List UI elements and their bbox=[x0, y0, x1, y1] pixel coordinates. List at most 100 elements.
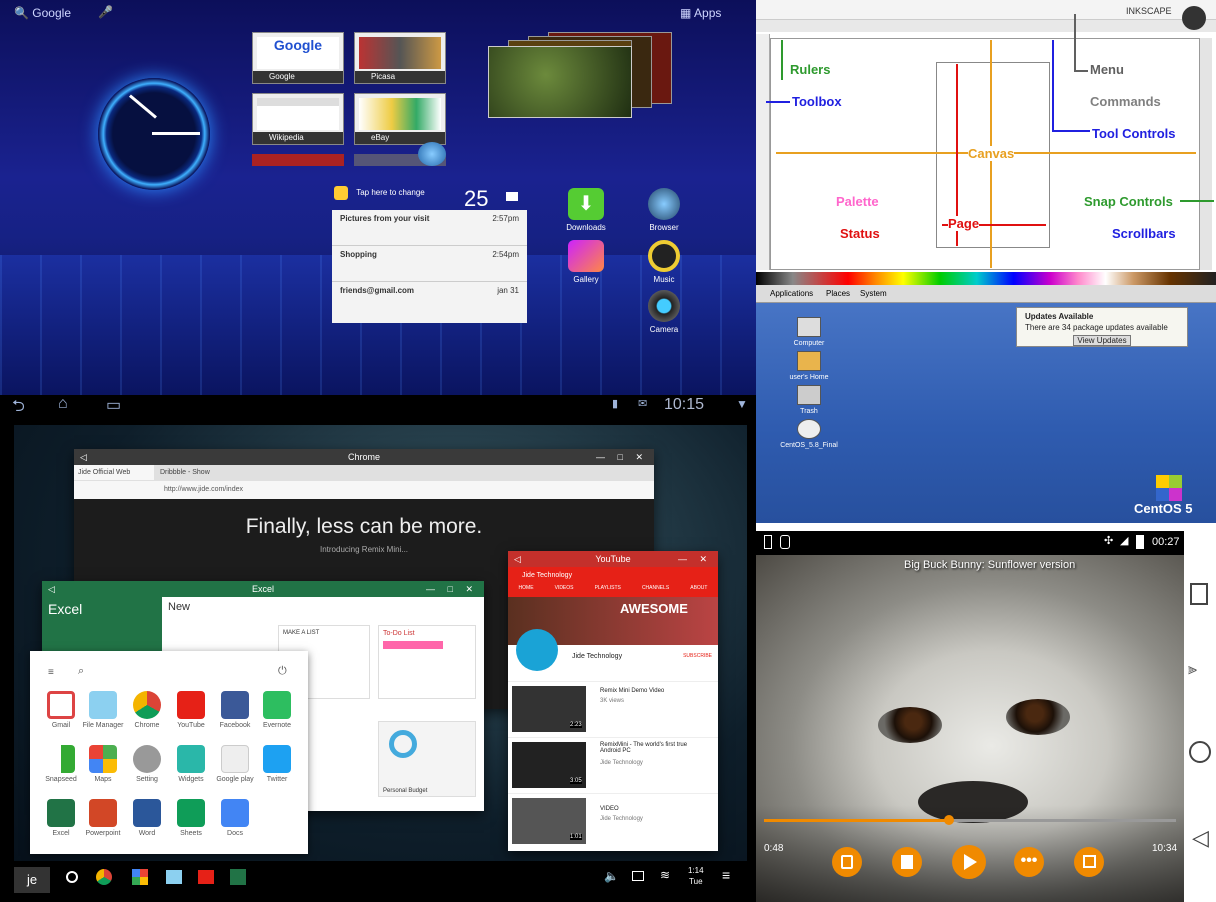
list-view-icon[interactable]: ≡ bbox=[48, 667, 54, 678]
multiwindow-icon[interactable]: ⫸ bbox=[1188, 661, 1197, 679]
home-circle-icon[interactable] bbox=[1189, 741, 1211, 763]
taskbar-youtube-icon[interactable] bbox=[198, 870, 214, 884]
window-controls[interactable]: — □ ✕ bbox=[596, 449, 648, 465]
google-search-button[interactable]: 🔍 Google bbox=[14, 6, 71, 20]
label-rulers: Rulers bbox=[790, 62, 831, 77]
video-row[interactable]: 1:01 VIDEO Jide Technology bbox=[508, 793, 718, 849]
start-button[interactable]: je bbox=[14, 867, 50, 893]
download-icon: ⬇ bbox=[568, 188, 604, 220]
youtube-stack-widget[interactable] bbox=[488, 32, 688, 120]
updates-notification[interactable]: Updates Available There are 34 package u… bbox=[1016, 307, 1188, 347]
home-icon[interactable]: ⌂ bbox=[58, 395, 68, 413]
app-downloads[interactable]: ⬇ Downloads bbox=[554, 188, 618, 232]
app-gallery[interactable]: Gallery bbox=[554, 240, 618, 284]
commands-bar[interactable] bbox=[756, 20, 1216, 32]
desktop-icon-trash[interactable]: Trash bbox=[774, 385, 844, 415]
app-evernote[interactable]: Evernote bbox=[248, 691, 306, 729]
notification-item[interactable]: Shopping 2:54pm bbox=[332, 246, 527, 282]
yt-tab[interactable]: VIDEOS bbox=[555, 585, 574, 597]
seek-bar[interactable] bbox=[764, 815, 1176, 825]
yt-tab[interactable]: ABOUT bbox=[690, 585, 707, 597]
more-options-button[interactable]: ••• bbox=[1014, 847, 1044, 877]
template-card[interactable]: Personal Budget bbox=[378, 721, 476, 797]
back-arrow-icon[interactable]: ◁ bbox=[80, 449, 87, 465]
voice-search-icon[interactable]: 🎤 bbox=[98, 5, 113, 19]
label-toolbox: Toolbox bbox=[792, 94, 842, 109]
yt-tab[interactable]: CHANNELS bbox=[642, 585, 669, 597]
keyboard-icon[interactable] bbox=[632, 871, 644, 881]
maps-icon bbox=[89, 745, 117, 773]
app-docs[interactable]: Docs bbox=[206, 799, 264, 837]
bookmark-thumb[interactable]: Picasa bbox=[354, 32, 446, 84]
notification-menu-icon[interactable]: ≡ bbox=[722, 867, 730, 883]
home-circle-icon[interactable] bbox=[66, 871, 78, 883]
apps-button[interactable]: ▦ Apps bbox=[680, 6, 721, 20]
bookmark-thumb[interactable]: eBay bbox=[354, 93, 446, 145]
yt-tab[interactable]: PLAYLISTS bbox=[595, 585, 621, 597]
word-icon bbox=[133, 799, 161, 827]
template-card[interactable]: To-Do List bbox=[378, 625, 476, 699]
desktop-icon-cdrom[interactable]: CentOS_5.8_Final bbox=[774, 419, 844, 449]
back-triangle-icon[interactable]: ◁ bbox=[1192, 825, 1209, 851]
youtube-window[interactable]: ◁ YouTube — ✕ Jide Technology HOME VIDEOS … bbox=[508, 551, 718, 851]
label-canvas: Canvas bbox=[968, 146, 1015, 161]
back-arrow-icon[interactable]: ◁ bbox=[48, 581, 55, 597]
view-updates-button[interactable]: View Updates bbox=[1073, 335, 1131, 346]
cdrom-icon bbox=[797, 419, 821, 439]
audio-track-button[interactable] bbox=[892, 847, 922, 877]
desktop-icon-home[interactable]: user's Home bbox=[774, 351, 844, 381]
scrollbar-vertical[interactable] bbox=[1200, 38, 1212, 270]
analog-clock-widget[interactable] bbox=[98, 78, 210, 190]
signal-icon: ◢ bbox=[1120, 535, 1129, 547]
app-camera[interactable]: Camera bbox=[632, 290, 696, 334]
chrome-tab[interactable]: Jide Official Web bbox=[74, 465, 154, 480]
chrome-address-bar[interactable]: http://www.jide.com/index bbox=[74, 481, 654, 499]
bookmark-thumb[interactable]: Wikipedia bbox=[252, 93, 344, 145]
home-folder-icon bbox=[797, 351, 821, 371]
app-music[interactable]: Music bbox=[632, 240, 696, 284]
total-time: 10:34 bbox=[1152, 843, 1178, 854]
app-browser[interactable]: Browser bbox=[632, 188, 696, 232]
camera-icon bbox=[648, 290, 680, 322]
play-button[interactable] bbox=[952, 845, 986, 879]
taskbar-chrome-icon[interactable] bbox=[96, 869, 112, 885]
centos-logo: CentOS 5 bbox=[1134, 475, 1193, 516]
chrome-tab[interactable]: Dribbble - Show bbox=[156, 465, 236, 480]
taskbar-photos-icon[interactable] bbox=[132, 869, 148, 885]
menu-system[interactable]: System bbox=[860, 289, 887, 298]
label-palette: Palette bbox=[836, 194, 879, 209]
desktop-icon-computer[interactable]: Computer bbox=[774, 317, 844, 347]
back-arrow-icon[interactable]: ◁ bbox=[514, 551, 521, 567]
app-twitter[interactable]: Twitter bbox=[248, 745, 306, 783]
search-icon[interactable]: ⌕ bbox=[78, 665, 84, 678]
folder-icon bbox=[89, 691, 117, 719]
notification-item[interactable]: friends@gmail.com jan 31 bbox=[332, 282, 527, 318]
vlc-notification-icon bbox=[780, 535, 790, 549]
toolbox-panel[interactable] bbox=[756, 34, 770, 270]
taskbar-folder-icon[interactable] bbox=[166, 870, 182, 884]
notification-item[interactable]: Pictures from your visit 2:57pm bbox=[332, 210, 527, 246]
aspect-ratio-button[interactable] bbox=[1074, 847, 1104, 877]
power-icon[interactable]: ⏻ bbox=[278, 665, 287, 678]
volume-icon[interactable]: 🔈 bbox=[604, 869, 619, 883]
recents-icon[interactable]: ▭ bbox=[106, 395, 121, 415]
notification-header[interactable]: Tap here to change 25 bbox=[334, 186, 526, 211]
excel-icon bbox=[47, 799, 75, 827]
menu-applications[interactable]: Applications bbox=[770, 289, 813, 298]
taskbar-excel-icon[interactable] bbox=[230, 869, 246, 885]
wifi-icon[interactable]: ≋ bbox=[660, 868, 670, 882]
subscribe-button[interactable]: SUBSCRIBE bbox=[683, 653, 712, 659]
lock-button[interactable] bbox=[832, 847, 862, 877]
window-controls[interactable]: — □ ✕ bbox=[426, 581, 478, 597]
yt-tab[interactable]: HOME bbox=[519, 585, 534, 597]
recents-square-icon[interactable] bbox=[1190, 583, 1208, 605]
color-palette-bar[interactable] bbox=[756, 272, 1216, 285]
menu-places[interactable]: Places bbox=[826, 289, 850, 298]
top-bar: 🔍 Google 🎤 ▦ Apps bbox=[0, 0, 756, 28]
video-row[interactable]: 2:23 Remix Mini Demo Video 3K views bbox=[508, 681, 718, 737]
bookmark-thumb[interactable]: Google Google bbox=[252, 32, 344, 84]
video-row[interactable]: 3:05 RemixMini - The world's first true … bbox=[508, 737, 718, 793]
window-controls[interactable]: — ✕ bbox=[678, 551, 712, 567]
label-page: Page bbox=[948, 216, 980, 231]
back-icon[interactable]: ⮌ bbox=[12, 395, 25, 417]
